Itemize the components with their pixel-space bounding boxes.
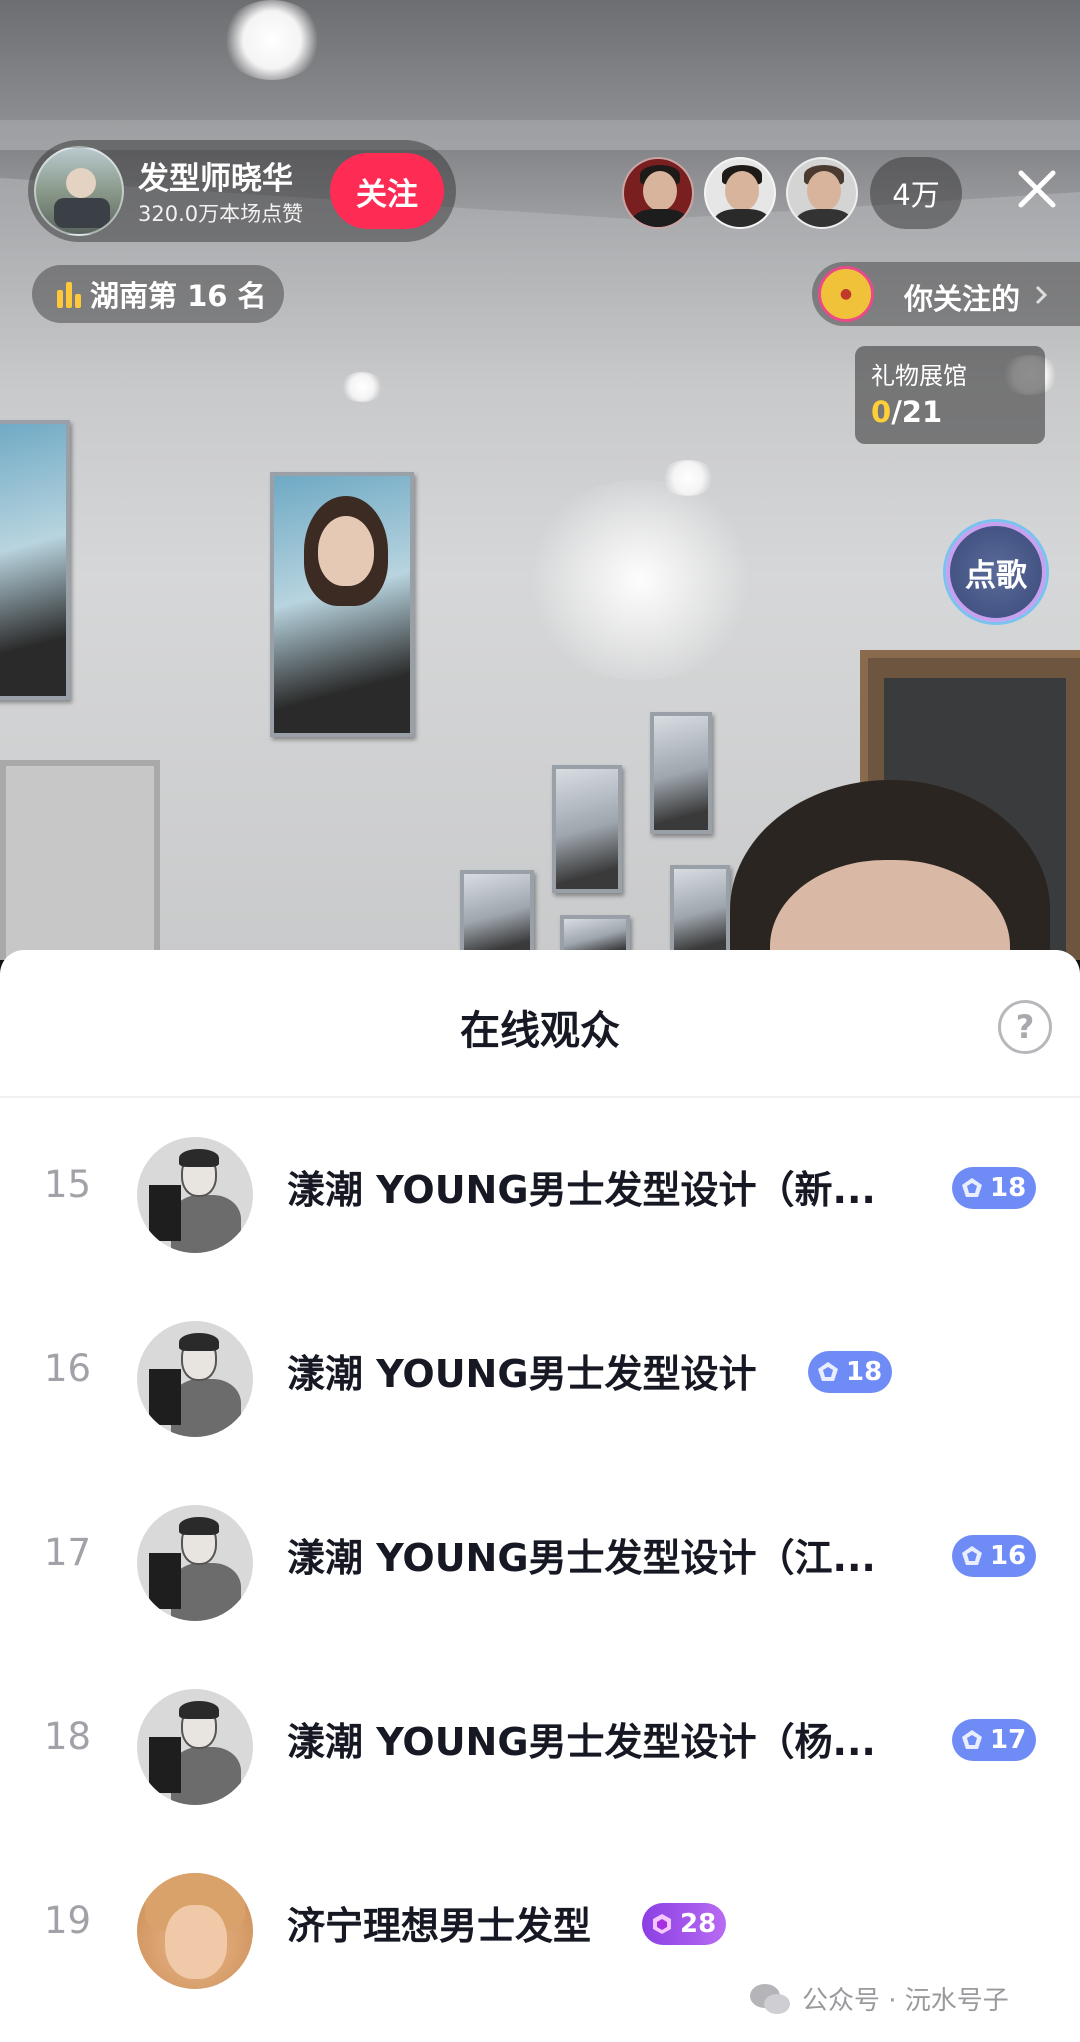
row-rank: 16 xyxy=(44,1347,92,1390)
row-avatar[interactable] xyxy=(137,1137,253,1253)
row-rank: 15 xyxy=(44,1163,92,1206)
row-name: 漾潮 YOUNG男士发型设计（杨... xyxy=(287,1720,876,1764)
wechat-icon xyxy=(750,1983,790,2014)
row-name: 漾潮 YOUNG男士发型设计 xyxy=(287,1352,757,1396)
level-gem-icon xyxy=(962,1730,982,1749)
chevron-right-icon xyxy=(1035,285,1048,305)
wall-poster xyxy=(670,865,730,960)
gift-gallery-title: 礼物展馆 xyxy=(871,362,967,390)
divider xyxy=(0,1096,1080,1098)
watermark-text: 公众号 · 沅水号子 xyxy=(802,1986,1009,2016)
rank-bars-icon xyxy=(57,282,81,308)
close-icon xyxy=(1018,170,1056,208)
level-badge: 18 xyxy=(952,1167,1037,1209)
wall-poster xyxy=(552,765,622,893)
level-value: 28 xyxy=(680,1909,717,1939)
followed-badge-icon: ● xyxy=(818,266,874,322)
followed-text: 你关注的 xyxy=(904,282,1021,316)
audience-row[interactable]: 16 漾潮 YOUNG男士发型设计 18 xyxy=(0,1287,1080,1471)
ceiling-light xyxy=(340,372,384,402)
row-avatar[interactable] xyxy=(137,1873,253,1989)
level-value: 18 xyxy=(846,1357,883,1387)
row-avatar[interactable] xyxy=(137,1505,253,1621)
row-rank: 19 xyxy=(44,1899,92,1942)
level-gem-icon xyxy=(818,1362,838,1381)
level-gem-icon xyxy=(653,1914,671,1934)
online-audience-sheet: 在线观众 ? 15 漾潮 YOUNG男士发型设计（新... 18 16 漾潮 Y… xyxy=(0,950,1080,2042)
audience-count[interactable]: 4万 xyxy=(870,157,962,229)
row-avatar[interactable] xyxy=(137,1321,253,1437)
wall-poster xyxy=(460,870,534,960)
row-name: 济宁理想男士发型 xyxy=(287,1904,592,1948)
host-name: 发型师晓华 xyxy=(138,161,293,197)
song-request-button[interactable]: 点歌 xyxy=(946,522,1046,622)
audience-row[interactable]: 15 漾潮 YOUNG男士发型设计（新... 18 xyxy=(0,1103,1080,1287)
top-viewer-avatar[interactable] xyxy=(704,157,776,229)
regional-rank[interactable]: 湖南第 16 名 xyxy=(32,265,284,323)
host-avatar[interactable] xyxy=(34,146,124,236)
ceiling-light xyxy=(222,0,322,80)
wall-poster xyxy=(0,420,70,700)
gift-total: /21 xyxy=(891,395,943,429)
host-info[interactable]: 发型师晓华 320.0万本场点赞 关注 xyxy=(28,140,456,242)
close-button[interactable] xyxy=(1010,162,1064,216)
level-badge: 18 xyxy=(808,1351,893,1393)
row-name: 漾潮 YOUNG男士发型设计（江... xyxy=(287,1536,876,1580)
audience-row[interactable]: 17 漾潮 YOUNG男士发型设计（江... 16 xyxy=(0,1471,1080,1655)
level-value: 16 xyxy=(990,1541,1027,1571)
row-avatar[interactable] xyxy=(137,1689,253,1805)
follow-button[interactable]: 关注 xyxy=(330,153,444,229)
gift-collected: 0 xyxy=(871,395,892,429)
rank-text: 湖南第 16 名 xyxy=(90,279,267,313)
level-value: 18 xyxy=(990,1173,1027,1203)
mirror xyxy=(0,760,160,960)
top-viewer-avatar[interactable] xyxy=(786,157,858,229)
wall-poster xyxy=(270,472,414,737)
sheet-title: 在线观众 xyxy=(460,1008,620,1054)
host-likes: 320.0万本场点赞 xyxy=(138,202,304,226)
gift-gallery-count: 0/21 xyxy=(871,395,1029,429)
row-rank: 18 xyxy=(44,1715,92,1758)
ceiling xyxy=(0,0,1080,120)
wall-glow xyxy=(520,480,760,680)
level-value: 17 xyxy=(990,1725,1027,1755)
followed-entry[interactable]: ● 你关注的 xyxy=(812,262,1080,326)
row-name: 漾潮 YOUNG男士发型设计（新... xyxy=(287,1168,876,1212)
help-icon[interactable]: ? xyxy=(998,1000,1052,1054)
level-gem-icon xyxy=(962,1546,982,1565)
level-badge: 17 xyxy=(952,1719,1037,1761)
wall-poster xyxy=(650,712,712,834)
level-badge: 28 xyxy=(642,1903,727,1945)
gift-gallery[interactable]: 礼物展馆 0/21 xyxy=(855,346,1045,444)
watermark: 公众号 · 沅水号子 xyxy=(748,1980,1009,2017)
row-rank: 17 xyxy=(44,1531,92,1574)
audience-row[interactable]: 18 漾潮 YOUNG男士发型设计（杨... 17 xyxy=(0,1655,1080,1839)
level-badge: 16 xyxy=(952,1535,1037,1577)
top-viewer-avatar[interactable] xyxy=(622,157,694,229)
level-gem-icon xyxy=(962,1178,982,1197)
